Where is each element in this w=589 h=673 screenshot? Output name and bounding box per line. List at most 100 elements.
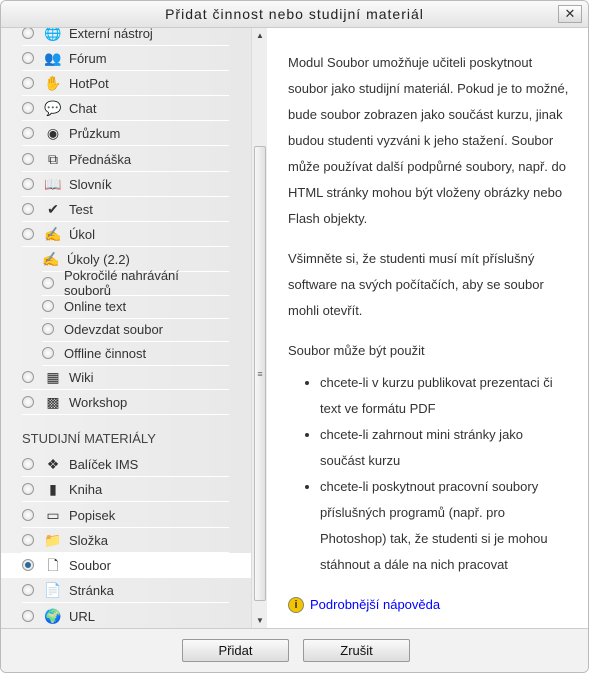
glossary-icon: 📖 bbox=[44, 176, 62, 192]
forum-icon: 👥 bbox=[44, 50, 62, 66]
list-item[interactable]: ▭ Popisek bbox=[22, 503, 229, 528]
list-item-label: Úkoly (2.2) bbox=[67, 251, 130, 267]
assignment-icon: ✍ bbox=[42, 251, 60, 267]
list-item-label: Úkol bbox=[69, 226, 96, 242]
radio-button[interactable] bbox=[22, 228, 34, 240]
radio-button[interactable] bbox=[22, 203, 34, 215]
list-item[interactable]: 🗋 Soubor bbox=[1, 553, 251, 578]
radio-button[interactable] bbox=[22, 77, 34, 89]
module-list: STUDIJNÍ MATERIÁLY 🌐 Externí nástroj 👥 Fóru… bbox=[1, 28, 251, 628]
quiz-icon: ✔ bbox=[47, 201, 59, 217]
radio-button[interactable] bbox=[42, 277, 54, 289]
list-item-label: Slovník bbox=[69, 176, 112, 192]
radio-button[interactable] bbox=[22, 127, 34, 139]
url-icon: 🌍 bbox=[44, 608, 62, 624]
add-button[interactable]: Přidat bbox=[182, 639, 289, 662]
list-item[interactable]: ✋ HotPot bbox=[22, 71, 229, 96]
lesson-icon: ⧉ bbox=[48, 151, 58, 167]
list-item-label: Popisek bbox=[69, 507, 116, 523]
wiki-icon: ▦ bbox=[46, 369, 60, 385]
list-item-label: Online text bbox=[64, 298, 127, 314]
list-item[interactable]: 💬 Chat bbox=[22, 96, 229, 121]
list-item[interactable]: 🌍 URL bbox=[22, 604, 229, 628]
book-icon: ▮ bbox=[49, 481, 57, 497]
survey-icon: ◉ bbox=[46, 125, 60, 141]
description-p3: Soubor může být použit bbox=[288, 343, 425, 358]
list-item-label: Balíček IMS bbox=[69, 456, 139, 472]
hotpot-icon: ✋ bbox=[44, 75, 62, 91]
radio-button[interactable] bbox=[22, 610, 34, 622]
folder-icon: 📁 bbox=[44, 532, 62, 548]
add-activity-dialog: Přidat činnost nebo studijní materiál ✕ … bbox=[0, 0, 589, 673]
list-item[interactable]: 👥 Fórum bbox=[22, 46, 229, 71]
list-item[interactable]: Odevzdat soubor bbox=[42, 317, 229, 342]
list-item[interactable]: 📄 Stránka bbox=[22, 578, 229, 603]
list-item-label: Fórum bbox=[69, 50, 107, 66]
list-item[interactable]: ⧉ Přednáška bbox=[22, 147, 229, 172]
cancel-button[interactable]: Zrušit bbox=[303, 639, 410, 662]
radio-button[interactable] bbox=[22, 559, 34, 571]
radio-button[interactable] bbox=[42, 300, 54, 312]
help-row: i Podrobnější nápověda bbox=[288, 592, 570, 618]
list-item: chcete-li zahrnout mini stránky jako sou… bbox=[320, 422, 570, 474]
list-item-label: Externí nástroj bbox=[69, 28, 153, 41]
list-item[interactable]: 📖 Slovník bbox=[22, 172, 229, 197]
list-item[interactable]: 🌐 Externí nástroj bbox=[22, 28, 229, 46]
radio-button[interactable] bbox=[42, 323, 54, 335]
list-item[interactable]: Online text bbox=[42, 294, 229, 319]
list-item[interactable]: ✔ Test bbox=[22, 197, 229, 222]
list-item-label: URL bbox=[69, 608, 96, 624]
close-button[interactable]: ✕ bbox=[558, 5, 582, 23]
radio-button[interactable] bbox=[22, 153, 34, 165]
list-item-label: Složka bbox=[69, 532, 109, 548]
radio-button[interactable] bbox=[22, 178, 34, 190]
list-item[interactable]: ✍ Úkol bbox=[22, 222, 229, 247]
module-description: Modul Soubor umožňuje učiteli poskytnout… bbox=[267, 28, 588, 628]
radio-button[interactable] bbox=[22, 483, 34, 495]
radio-button[interactable] bbox=[22, 371, 34, 383]
radio-button[interactable] bbox=[42, 347, 54, 359]
chat-icon: 💬 bbox=[44, 100, 62, 116]
list-item[interactable]: ▮ Kniha bbox=[22, 477, 229, 502]
list-item[interactable]: Pokročilé nahrávání souborů bbox=[42, 268, 229, 298]
resources-heading: STUDIJNÍ MATERIÁLY bbox=[22, 431, 156, 446]
description-p2: Všimněte si, že studenti musí mít příslu… bbox=[288, 251, 544, 318]
list-item: chcete-li v kurzu publikovat prezentaci … bbox=[320, 370, 570, 422]
list-item-label: Workshop bbox=[69, 394, 128, 410]
list-item: chcete-li poskytnout pracovní soubory př… bbox=[320, 474, 570, 578]
list-item[interactable]: ▩ Workshop bbox=[22, 390, 229, 415]
list-item[interactable]: Offline činnost bbox=[42, 341, 229, 366]
info-icon: i bbox=[288, 597, 304, 613]
list-item-label: Odevzdat soubor bbox=[64, 321, 164, 337]
radio-button[interactable] bbox=[22, 52, 34, 64]
description-p1: Modul Soubor umožňuje učiteli poskytnout… bbox=[288, 55, 569, 226]
list-item-label: Přednáška bbox=[69, 151, 132, 167]
radio-button[interactable] bbox=[22, 584, 34, 596]
list-item[interactable]: ❖ Balíček IMS bbox=[22, 452, 229, 477]
list-item[interactable]: ▦ Wiki bbox=[22, 365, 229, 390]
list-item-label: Chat bbox=[69, 100, 97, 116]
help-link[interactable]: Podrobnější nápověda bbox=[310, 592, 440, 618]
list-item[interactable]: ◉ Průzkum bbox=[22, 121, 229, 146]
scrollbar[interactable]: ▲ ≡ ▼ bbox=[251, 28, 267, 628]
list-item-label: Offline činnost bbox=[64, 345, 147, 361]
radio-button[interactable] bbox=[22, 458, 34, 470]
workshop-icon: ▩ bbox=[46, 394, 60, 410]
radio-button[interactable] bbox=[22, 509, 34, 521]
list-item-label: Stránka bbox=[69, 582, 114, 598]
file-icon: 🗋 bbox=[47, 557, 59, 573]
scroll-down-icon[interactable]: ▼ bbox=[256, 616, 264, 625]
scroll-up-icon[interactable]: ▲ bbox=[256, 31, 264, 40]
list-item[interactable]: 📁 Složka bbox=[22, 528, 229, 553]
assignment-icon: ✍ bbox=[44, 226, 62, 242]
dialog-title: Přidat činnost nebo studijní materiál bbox=[165, 6, 424, 22]
radio-button[interactable] bbox=[22, 534, 34, 546]
radio-button[interactable] bbox=[22, 102, 34, 114]
ims-package-icon: ❖ bbox=[46, 456, 60, 472]
list-item-label: Test bbox=[69, 201, 93, 217]
scrollbar-thumb[interactable]: ≡ bbox=[254, 146, 266, 601]
list-item-label: HotPot bbox=[69, 75, 109, 91]
radio-button[interactable] bbox=[22, 396, 34, 408]
dialog-titlebar: Přidat činnost nebo studijní materiál bbox=[1, 1, 588, 28]
radio-button[interactable] bbox=[22, 28, 34, 39]
